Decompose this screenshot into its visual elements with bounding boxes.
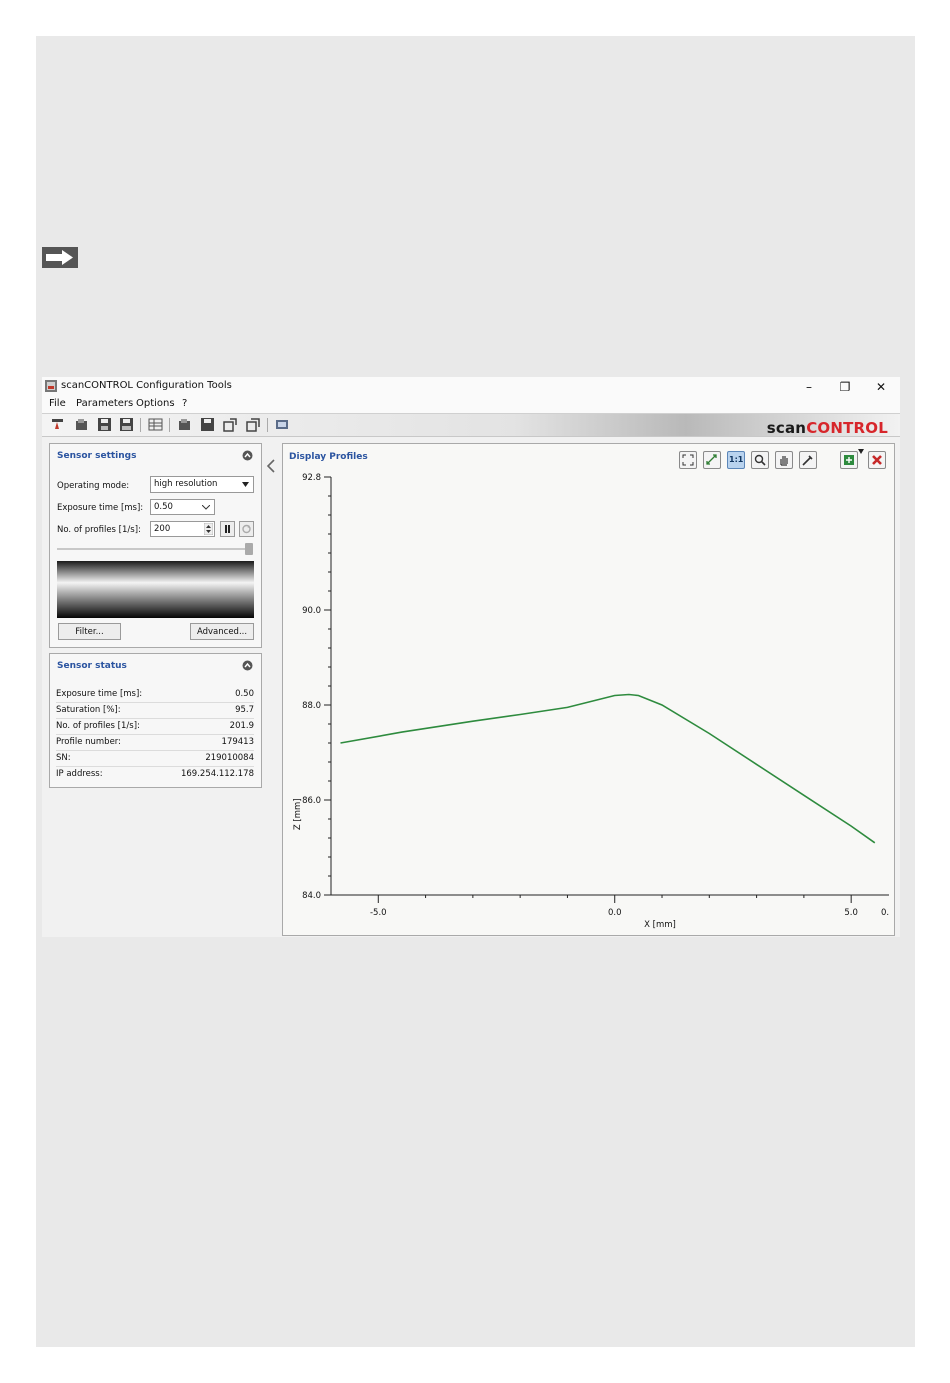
y-tick-label: 88.0 [302, 701, 321, 711]
window-title: scanCONTROL Configuration Tools [61, 380, 232, 391]
sensor-status-panel: Sensor status Exposure time [ms]: 0.50 S… [49, 653, 262, 788]
table-view-icon[interactable] [148, 417, 163, 432]
y-axis-label: Z [mm] [293, 798, 303, 830]
brand-logo: scanCONTROL [766, 419, 888, 437]
refresh-icon [242, 524, 251, 534]
operating-mode-label: Operating mode: [57, 481, 130, 491]
status-value: 179413 [221, 737, 254, 747]
status-key: Profile number: [56, 737, 122, 747]
exposure-time-value: 0.50 [154, 502, 173, 512]
restore-button[interactable]: ❐ [830, 378, 860, 396]
x-axis-label: X [mm] [644, 920, 676, 930]
profiles-per-second-input[interactable]: 200 [150, 521, 215, 537]
menu-bar: File Parameters Options ? [42, 397, 900, 413]
operating-mode-select[interactable]: high resolution [150, 476, 254, 493]
toolbar-separator [267, 418, 268, 432]
sensor-setup-icon[interactable] [275, 417, 290, 432]
status-value: 0.50 [235, 689, 254, 699]
profiles-per-second-value: 200 [154, 524, 171, 534]
menu-file[interactable]: File [49, 398, 66, 409]
slider-handle[interactable] [245, 543, 253, 555]
x-tick-label: 0.0 [608, 908, 622, 918]
exposure-time-select[interactable]: 0.50 [150, 499, 215, 515]
sensor-settings-title: Sensor settings [57, 451, 137, 461]
exposure-time-label: Exposure time [ms]: [57, 503, 144, 513]
chevron-down-icon [242, 482, 249, 487]
toolbar: scanCONTROL [42, 413, 900, 437]
title-bar: scanCONTROL Configuration Tools – ❐ ✕ [42, 377, 900, 397]
status-key: Saturation [%]: [56, 705, 121, 715]
pause-button[interactable] [220, 521, 235, 537]
status-row: Saturation [%]: 95.7 [56, 703, 254, 719]
profiles-per-second-label: No. of profiles [1/s]: [57, 525, 141, 535]
collapse-sidebar-icon[interactable] [264, 457, 278, 475]
advanced-button[interactable]: Advanced... [190, 623, 254, 640]
app-icon [45, 380, 57, 392]
save-parameters-icon[interactable] [200, 417, 215, 432]
export-icon[interactable] [223, 417, 238, 432]
status-value: 219010084 [205, 753, 254, 763]
status-row: IP address: 169.254.112.178 [56, 767, 254, 782]
status-key: No. of profiles [1/s]: [56, 721, 140, 731]
toolbar-separator [140, 418, 141, 432]
filter-button[interactable]: Filter... [58, 623, 121, 640]
save-icon[interactable] [97, 417, 112, 432]
status-row: Profile number: 179413 [56, 735, 254, 751]
status-row: SN: 219010084 [56, 751, 254, 767]
y-tick-label: 90.0 [302, 606, 321, 616]
import-icon[interactable] [246, 417, 261, 432]
x-tick-label: -5.0 [370, 908, 387, 918]
connect-sensor-icon[interactable] [51, 417, 66, 432]
status-key: Exposure time [ms]: [56, 689, 143, 699]
x-tick-label: 5.0 [844, 908, 858, 918]
y-tick-label: 86.0 [302, 796, 321, 806]
display-profiles-panel: Display Profiles 1:1 92.8 90.0 88.0 86.0… [282, 443, 895, 936]
sensor-status-title: Sensor status [57, 661, 127, 671]
open-file-icon[interactable] [74, 417, 89, 432]
collapse-icon[interactable] [242, 450, 253, 461]
status-key: IP address: [56, 769, 103, 779]
intensity-preview [57, 561, 254, 618]
y-tick-label: 84.0 [302, 891, 321, 901]
slider-track[interactable] [57, 548, 253, 550]
menu-help[interactable]: ? [182, 398, 187, 409]
refresh-button[interactable] [239, 521, 254, 537]
status-value: 201.9 [229, 721, 254, 731]
menu-options[interactable]: Options [136, 398, 175, 409]
load-parameters-icon[interactable] [177, 417, 192, 432]
profile-line [340, 693, 876, 844]
status-value: 95.7 [235, 705, 254, 715]
status-value: 169.254.112.178 [180, 769, 254, 779]
chevron-down-icon [202, 505, 210, 510]
status-key: SN: [56, 753, 71, 763]
sensor-settings-panel: Sensor settings Operating mode: high res… [49, 443, 262, 648]
pause-icon [225, 525, 230, 533]
profile-plot[interactable]: 92.8 90.0 88.0 86.0 84.0 -5.0 0.0 5.0 0. X [mm] Z … [283, 444, 894, 935]
menu-parameters[interactable]: Parameters [76, 398, 133, 409]
close-button[interactable]: ✕ [866, 378, 896, 396]
minimize-button[interactable]: – [794, 378, 824, 396]
application-window: scanCONTROL Configuration Tools – ❐ ✕ Fi… [42, 377, 900, 937]
arrow-right-icon [42, 247, 78, 268]
toolbar-separator [169, 418, 170, 432]
status-row: Exposure time [ms]: 0.50 [56, 687, 254, 703]
save-as-icon[interactable] [119, 417, 134, 432]
status-row: No. of profiles [1/s]: 201.9 [56, 719, 254, 735]
y-tick-label: 92.8 [302, 473, 321, 483]
spinner-icon[interactable] [204, 523, 213, 535]
x-tick-label: 0. [881, 908, 889, 918]
operating-mode-value: high resolution [154, 479, 218, 489]
collapse-icon[interactable] [242, 660, 253, 671]
